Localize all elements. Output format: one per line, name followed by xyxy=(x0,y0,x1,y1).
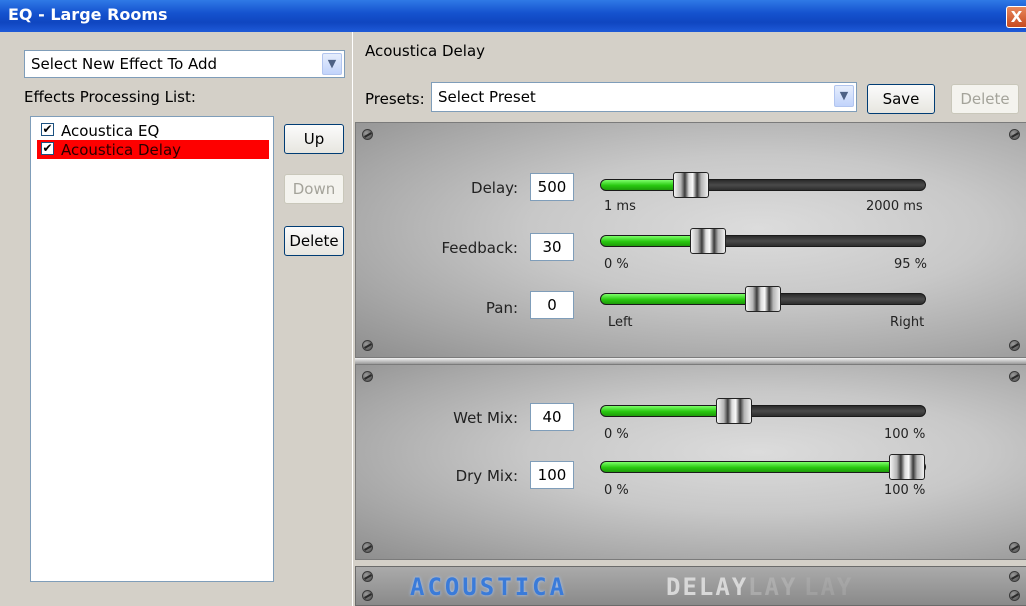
feedback-label: Feedback: xyxy=(441,239,519,257)
pan-slider-thumb[interactable] xyxy=(745,286,781,312)
dry-mix-input[interactable]: 100 xyxy=(530,461,574,489)
add-effect-value: Select New Effect To Add xyxy=(31,55,218,73)
plugin-logo-bar: ACOUSTICA DELAY LAY LAY xyxy=(355,566,1026,606)
add-effect-select[interactable]: Select New Effect To Add ▼ xyxy=(24,50,345,78)
title-bar: EQ - Large Rooms X xyxy=(0,0,1026,32)
preset-select[interactable]: Select Preset ▼ xyxy=(431,82,857,112)
wet-mix-min-label: 0 % xyxy=(604,427,629,442)
logo-echo-1: LAY xyxy=(748,573,798,601)
feedback-slider[interactable] xyxy=(600,228,926,254)
wet-mix-max-label: 100 % xyxy=(884,427,926,442)
save-preset-button[interactable]: Save xyxy=(867,84,935,114)
screw-icon xyxy=(1009,542,1020,553)
dry-mix-slider[interactable] xyxy=(600,454,926,480)
screw-icon xyxy=(362,590,373,601)
screw-icon xyxy=(362,542,373,553)
feedback-max-label: 95 % xyxy=(894,257,928,272)
checkbox-acoustica-eq[interactable]: ✔ xyxy=(41,123,54,136)
right-panel: Acoustica Delay Presets: Select Preset ▼… xyxy=(352,32,1026,606)
delay-label: Delay: xyxy=(471,179,518,197)
dry-mix-slider-thumb[interactable] xyxy=(889,454,925,480)
pan-slider-fill xyxy=(601,294,763,304)
brand-logo-text: ACOUSTICA xyxy=(410,573,568,601)
feedback-min-label: 0 % xyxy=(604,257,629,272)
pan-input[interactable]: 0 xyxy=(530,291,574,319)
close-button[interactable]: X xyxy=(1006,6,1026,28)
effects-list-caption: Effects Processing List: xyxy=(24,88,196,106)
screw-icon xyxy=(362,340,373,351)
screw-icon xyxy=(1009,371,1020,382)
delete-effect-button[interactable]: Delete xyxy=(284,226,344,256)
delay-slider[interactable] xyxy=(600,172,926,198)
up-button[interactable]: Up xyxy=(284,124,344,154)
wet-mix-slider-fill xyxy=(601,406,734,416)
list-item-acoustica-delay[interactable]: ✔ Acoustica Delay xyxy=(37,140,269,159)
logo-echo-2: LAY xyxy=(804,573,854,601)
screw-icon xyxy=(362,129,373,140)
pan-slider[interactable] xyxy=(600,286,926,312)
delay-params-panel: Delay: 500 1 ms 2000 ms Feedback: 30 0 %… xyxy=(355,122,1026,358)
chevron-down-icon[interactable]: ▼ xyxy=(834,85,854,107)
pan-min-label: Left xyxy=(608,315,633,330)
checkbox-acoustica-delay[interactable]: ✔ xyxy=(41,142,54,155)
list-item-acoustica-eq[interactable]: ✔ Acoustica EQ xyxy=(37,121,269,140)
screw-icon xyxy=(1009,590,1020,601)
left-panel: Select New Effect To Add ▼ Effects Proce… xyxy=(8,32,346,606)
preset-value: Select Preset xyxy=(438,88,536,106)
dry-mix-min-label: 0 % xyxy=(604,483,629,498)
feedback-slider-thumb[interactable] xyxy=(690,228,726,254)
delete-preset-button[interactable]: Delete xyxy=(951,84,1019,114)
down-button[interactable]: Down xyxy=(284,174,344,204)
wet-mix-slider-thumb[interactable] xyxy=(716,398,752,424)
delay-max-label: 2000 ms xyxy=(866,199,923,214)
screw-icon xyxy=(362,571,373,582)
window-title: EQ - Large Rooms xyxy=(8,5,168,24)
product-logo-text: DELAY xyxy=(666,573,749,601)
screw-icon xyxy=(362,371,373,382)
dry-mix-slider-fill xyxy=(601,462,907,472)
pan-label: Pan: xyxy=(485,299,518,317)
list-item-label: Acoustica EQ xyxy=(61,122,160,140)
presets-label: Presets: xyxy=(365,90,425,108)
screw-icon xyxy=(1009,129,1020,140)
effect-name: Acoustica Delay xyxy=(365,42,486,60)
delay-min-label: 1 ms xyxy=(604,199,636,214)
delay-slider-thumb[interactable] xyxy=(673,172,709,198)
feedback-input[interactable]: 30 xyxy=(530,233,574,261)
wet-mix-slider[interactable] xyxy=(600,398,926,424)
mix-params-panel: Wet Mix: 40 0 % 100 % Dry Mix: 100 0 % 1… xyxy=(355,364,1026,560)
chevron-down-icon[interactable]: ▼ xyxy=(322,53,342,75)
screw-icon xyxy=(1009,340,1020,351)
dry-mix-max-label: 100 % xyxy=(884,483,926,498)
wet-mix-input[interactable]: 40 xyxy=(530,403,574,431)
wet-mix-label: Wet Mix: xyxy=(453,409,518,427)
effects-list[interactable]: ✔ Acoustica EQ ✔ Acoustica Delay xyxy=(30,116,274,582)
list-item-label: Acoustica Delay xyxy=(61,141,182,159)
delay-input[interactable]: 500 xyxy=(530,173,574,201)
screw-icon xyxy=(1009,571,1020,582)
pan-max-label: Right xyxy=(890,315,925,330)
dry-mix-label: Dry Mix: xyxy=(455,467,518,485)
